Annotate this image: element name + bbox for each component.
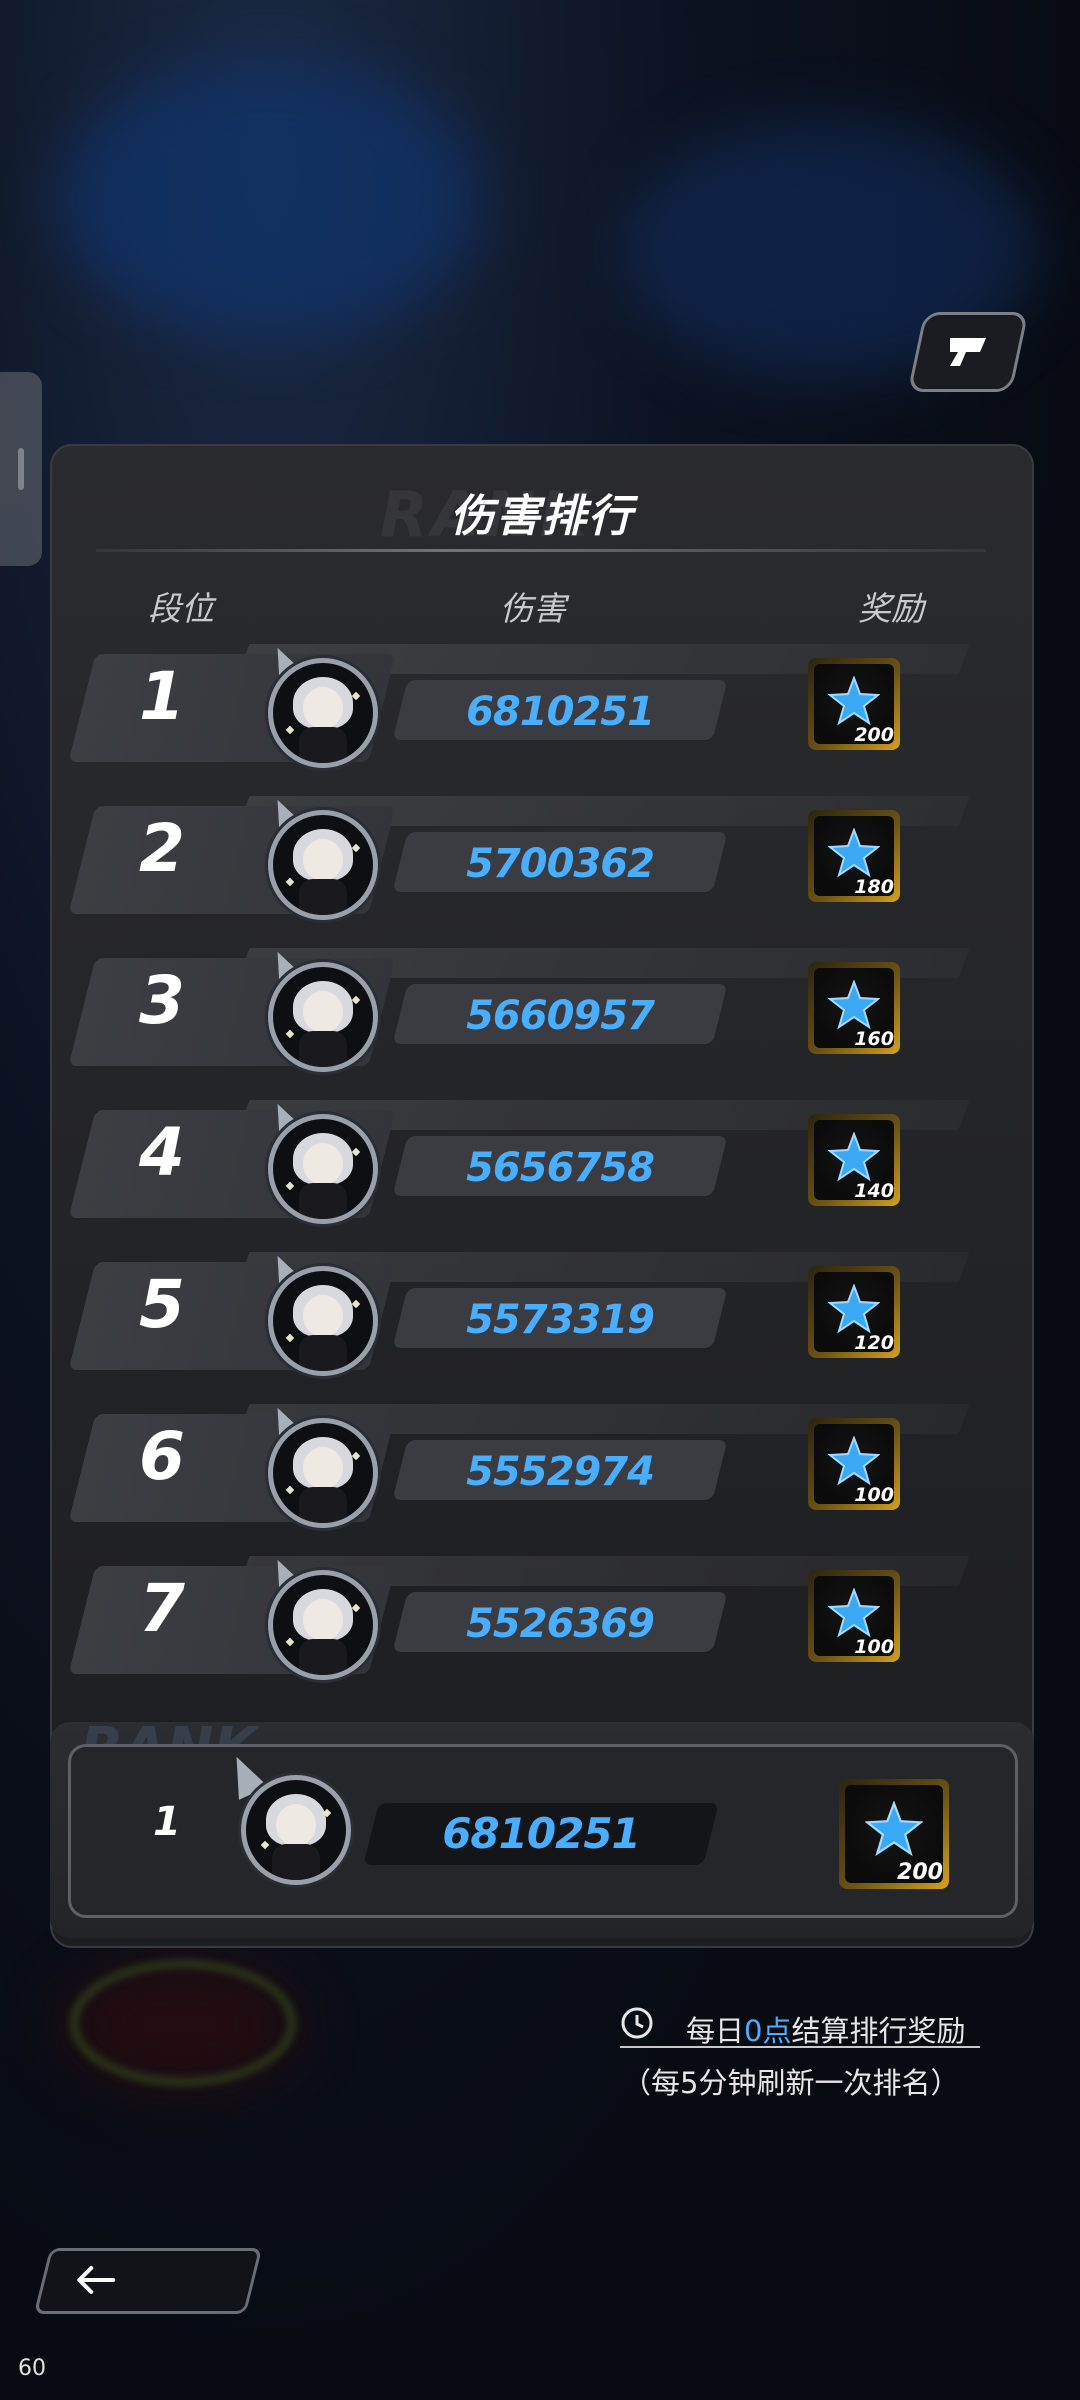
damage-value: 5573319 bbox=[466, 1297, 655, 1343]
blue-star-icon bbox=[828, 828, 880, 878]
blue-star-icon bbox=[828, 1284, 880, 1334]
settlement-time: 0点 bbox=[744, 2014, 792, 2048]
blue-star-icon bbox=[828, 980, 880, 1030]
blue-star-icon bbox=[828, 676, 880, 726]
title-divider bbox=[96, 549, 986, 552]
blue-star-icon bbox=[828, 1588, 880, 1638]
blue-star-icon bbox=[828, 1436, 880, 1486]
reward-item[interactable]: 100 bbox=[808, 1418, 900, 1510]
reward-qty: 100 bbox=[854, 1636, 894, 1658]
rank-number: 3 bbox=[139, 962, 185, 1039]
background-ring bbox=[70, 1960, 296, 2086]
refresh-note: （每5分钟刷新一次排名） bbox=[622, 2066, 960, 2100]
settlement-note: 每日0点结算排行奖励 bbox=[620, 2002, 980, 2052]
my-rank-row[interactable]: 1 6810251 200 bbox=[68, 1744, 1018, 1918]
rank-row[interactable]: 3 5660957 160 bbox=[68, 945, 974, 1072]
rank-number: 2 bbox=[139, 810, 185, 887]
damage-value: 5660957 bbox=[466, 993, 655, 1039]
drawer-grip bbox=[18, 448, 24, 490]
rank-row[interactable]: 4 5656758 140 bbox=[68, 1097, 974, 1224]
damage-value: 5552974 bbox=[466, 1449, 655, 1495]
reward-qty: 200 bbox=[854, 724, 894, 746]
rank-number: 5 bbox=[139, 1266, 185, 1343]
panel-title: 伤害排行 bbox=[450, 491, 634, 542]
my-rank-card: RANK 1 6810251 200 bbox=[50, 1716, 1034, 1938]
reward-qty: 180 bbox=[854, 876, 894, 898]
column-header-rank: 段位 bbox=[148, 589, 214, 628]
rank-number: 6 bbox=[139, 1418, 185, 1495]
share-icon bbox=[950, 338, 986, 366]
rank-number: 1 bbox=[139, 658, 185, 735]
background-blur bbox=[60, 60, 480, 340]
side-drawer-tab[interactable] bbox=[0, 372, 42, 566]
column-header-reward: 奖励 bbox=[858, 589, 924, 628]
rank-row[interactable]: 2 5700362 180 bbox=[68, 793, 974, 920]
my-avatar[interactable] bbox=[241, 1775, 351, 1885]
reward-qty: 120 bbox=[854, 1332, 894, 1354]
rank-row[interactable]: 7 5526369 100 bbox=[68, 1553, 974, 1680]
reward-item[interactable]: 100 bbox=[808, 1570, 900, 1662]
reward-item[interactable]: 160 bbox=[808, 962, 900, 1054]
rank-row[interactable]: 6 5552974 100 bbox=[68, 1401, 974, 1528]
damage-value: 6810251 bbox=[466, 689, 655, 735]
reward-item[interactable]: 180 bbox=[808, 810, 900, 902]
reward-item[interactable]: 140 bbox=[808, 1114, 900, 1206]
my-reward-qty: 200 bbox=[897, 1860, 943, 1885]
fps-counter: 60 bbox=[18, 2356, 46, 2381]
blue-star-icon bbox=[828, 1132, 880, 1182]
reward-qty: 100 bbox=[854, 1484, 894, 1506]
rank-row[interactable]: 5 5573319 120 bbox=[68, 1249, 974, 1376]
damage-value: 5526369 bbox=[466, 1601, 655, 1647]
player-avatar[interactable] bbox=[268, 1418, 378, 1528]
player-avatar[interactable] bbox=[268, 962, 378, 1072]
damage-value: 5656758 bbox=[466, 1145, 655, 1191]
reward-qty: 160 bbox=[854, 1028, 894, 1050]
player-avatar[interactable] bbox=[268, 1266, 378, 1376]
player-avatar[interactable] bbox=[268, 1570, 378, 1680]
reward-item[interactable]: 200 bbox=[808, 658, 900, 750]
settlement-text: 每日0点结算排行奖励 bbox=[686, 2014, 966, 2048]
my-reward-item[interactable]: 200 bbox=[839, 1779, 949, 1889]
player-avatar[interactable] bbox=[268, 810, 378, 920]
note-underline bbox=[620, 2046, 980, 2048]
share-button[interactable] bbox=[907, 312, 1029, 392]
rank-number: 4 bbox=[139, 1114, 185, 1191]
reward-item[interactable]: 120 bbox=[808, 1266, 900, 1358]
back-button[interactable] bbox=[33, 2248, 263, 2314]
clock-icon bbox=[621, 2007, 653, 2039]
my-damage-value: 6810251 bbox=[442, 1809, 641, 1858]
player-avatar[interactable] bbox=[268, 1114, 378, 1224]
column-header-damage: 伤害 bbox=[500, 589, 566, 628]
my-rank-number: 1 bbox=[153, 1799, 181, 1845]
player-avatar[interactable] bbox=[268, 658, 378, 768]
rank-row[interactable]: 1 6810251 200 bbox=[68, 641, 974, 768]
back-arrow-icon bbox=[77, 2266, 116, 2294]
reward-qty: 140 bbox=[854, 1180, 894, 1202]
damage-value: 5700362 bbox=[466, 841, 655, 887]
blue-star-icon bbox=[865, 1801, 923, 1857]
rank-number: 7 bbox=[139, 1570, 185, 1647]
